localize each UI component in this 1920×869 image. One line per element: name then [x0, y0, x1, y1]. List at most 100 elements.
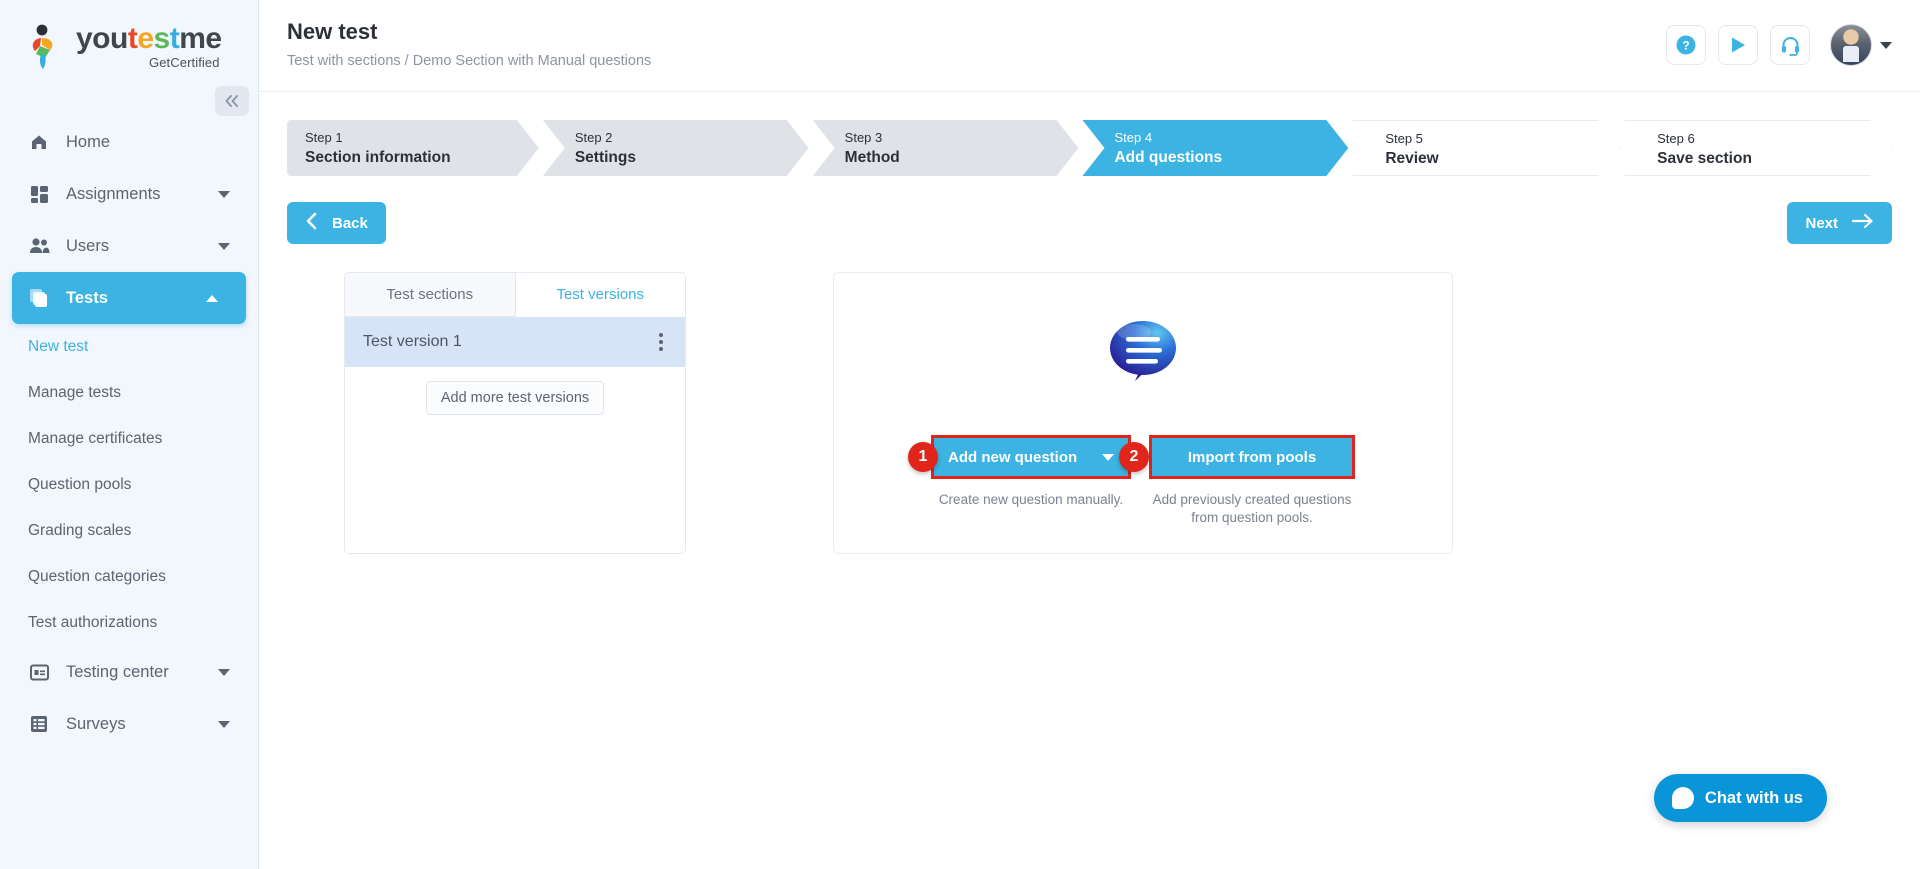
- step-number: Step 6: [1657, 131, 1695, 146]
- top-actions: ?: [1666, 18, 1892, 66]
- step-3[interactable]: Step 3 Method: [813, 120, 1079, 176]
- sidebar-subitem-label: Question pools: [28, 476, 132, 493]
- import-pools-group: 2 Import from pools Add previously creat…: [1119, 435, 1355, 527]
- step-label: Settings: [574, 148, 636, 166]
- sidebar-item-label: Home: [66, 132, 111, 151]
- tab-test-sections[interactable]: Test sections: [345, 273, 516, 317]
- step-number: Step 2: [574, 130, 613, 145]
- headset-icon[interactable]: [1770, 25, 1810, 65]
- chevron-down-icon: [218, 242, 230, 250]
- sidebar-item-surveys[interactable]: Surveys: [0, 698, 258, 750]
- sidebar-subitem-question-pools[interactable]: Question pools: [0, 462, 258, 508]
- step-label: Review: [1385, 149, 1439, 167]
- import-from-pools-button[interactable]: Import from pools: [1152, 438, 1352, 476]
- svg-text:?: ?: [1682, 39, 1689, 53]
- next-button-label: Next: [1805, 214, 1838, 232]
- more-options-icon[interactable]: [655, 329, 667, 355]
- user-menu[interactable]: [1830, 24, 1892, 66]
- chevron-left-icon: [305, 212, 318, 234]
- add-new-question-button[interactable]: Add new question: [934, 438, 1128, 476]
- step-label: Add questions: [1114, 148, 1223, 166]
- sidebar-subitem-new-test[interactable]: New test: [0, 324, 258, 370]
- page-title: New test: [287, 19, 378, 44]
- surveys-icon: [28, 713, 50, 735]
- app-root: youtestme GetCertified Home Assignments …: [0, 0, 1920, 869]
- wizard-nav-row: Back Next: [287, 202, 1892, 244]
- sidebar-subitem-manage-certificates[interactable]: Manage certificates: [0, 416, 258, 462]
- arrow-right-icon: [1851, 213, 1874, 233]
- logo-mark-icon: [28, 24, 66, 70]
- main-content: New test Test with sections / Demo Secti…: [259, 0, 1920, 869]
- page-heading-group: New test Test with sections / Demo Secti…: [287, 18, 651, 69]
- sidebar-item-tests[interactable]: Tests: [12, 272, 246, 324]
- sidebar-subitem-label: Grading scales: [28, 522, 132, 539]
- tests-icon: [28, 287, 50, 309]
- tab-test-versions[interactable]: Test versions: [515, 273, 685, 317]
- help-icon[interactable]: ?: [1666, 25, 1706, 65]
- grid-icon: [28, 183, 50, 205]
- annotation-badge-2: 2: [1119, 442, 1149, 472]
- play-icon[interactable]: [1718, 25, 1758, 65]
- sidebar-subitem-label: New test: [28, 338, 89, 355]
- import-pools-description: Add previously created questions from qu…: [1152, 492, 1352, 526]
- tab-label: Test versions: [556, 286, 645, 303]
- sidebar-item-assignments[interactable]: Assignments: [0, 168, 258, 220]
- step-4[interactable]: Step 4 Add questions: [1082, 120, 1348, 176]
- annotation-badge-1: 1: [908, 442, 938, 472]
- sidebar-item-testing-center[interactable]: Testing center: [0, 646, 258, 698]
- top-bar: New test Test with sections / Demo Secti…: [259, 0, 1920, 92]
- back-button-label: Back: [332, 214, 368, 232]
- step-6[interactable]: Step 6 Save section: [1624, 120, 1892, 176]
- list-item[interactable]: Test version 1: [345, 317, 685, 367]
- home-icon: [28, 131, 50, 153]
- tab-label: Test sections: [386, 286, 474, 303]
- content-area: Step 1 Section information Step 2 Settin…: [259, 92, 1920, 555]
- chat-with-us-button[interactable]: Chat with us: [1653, 774, 1827, 822]
- version-label: Test version 1: [363, 333, 462, 350]
- step-label: Save section: [1657, 149, 1752, 167]
- brand-wordmark: youtestme: [76, 22, 222, 55]
- step-wizard: Step 1 Section information Step 2 Settin…: [287, 120, 1892, 176]
- sidebar-item-label: Surveys: [66, 714, 126, 733]
- step-number: Step 4: [1114, 130, 1153, 145]
- test-versions-card: Test sections Test versions Test version…: [344, 272, 686, 555]
- import-pools-highlight: Import from pools: [1149, 435, 1355, 479]
- brand-tagline: GetCertified: [149, 55, 220, 70]
- cta-row: 1 Add new question Create new question m…: [864, 435, 1422, 527]
- sidebar-nav: Home Assignments Users Tests New test Ma…: [0, 116, 258, 750]
- sidebar-item-label: Tests: [66, 288, 108, 307]
- step-label: Section information: [305, 148, 451, 166]
- chevron-up-icon: [206, 294, 218, 302]
- step-label: Method: [844, 148, 900, 166]
- step-number: Step 3: [844, 130, 883, 145]
- chat-bubble-icon: [1671, 787, 1694, 809]
- chevron-down-icon: [1102, 453, 1114, 461]
- add-questions-card: 1 Add new question Create new question m…: [833, 272, 1453, 555]
- sidebar-item-label: Users: [66, 236, 110, 255]
- back-button[interactable]: Back: [287, 202, 386, 244]
- sidebar-subitem-question-categories[interactable]: Question categories: [0, 554, 258, 600]
- next-button[interactable]: Next: [1787, 202, 1892, 244]
- sidebar-item-home[interactable]: Home: [0, 116, 258, 168]
- versions-tabs: Test sections Test versions: [345, 273, 685, 317]
- step-1[interactable]: Step 1 Section information: [287, 120, 539, 176]
- sidebar-subitem-label: Test authorizations: [28, 614, 158, 631]
- testing-center-icon: [28, 661, 50, 683]
- panels-row: Test sections Test versions Test version…: [287, 272, 1892, 555]
- users-icon: [28, 235, 50, 257]
- step-number: Step 1: [305, 130, 343, 145]
- chevron-down-icon: [1880, 41, 1892, 49]
- sidebar-item-label: Assignments: [66, 184, 161, 203]
- add-more-test-versions-button[interactable]: Add more test versions: [425, 381, 605, 415]
- avatar: [1830, 24, 1872, 66]
- sidebar-subitem-test-authorizations[interactable]: Test authorizations: [0, 600, 258, 646]
- sidebar-subitem-manage-tests[interactable]: Manage tests: [0, 370, 258, 416]
- step-2[interactable]: Step 2 Settings: [543, 120, 809, 176]
- sidebar-item-users[interactable]: Users: [0, 220, 258, 272]
- sidebar-item-label: Testing center: [66, 662, 169, 681]
- sidebar-collapse-button[interactable]: [215, 86, 249, 116]
- brand-logo[interactable]: youtestme GetCertified: [0, 0, 258, 78]
- step-5[interactable]: Step 5 Review: [1352, 120, 1620, 176]
- sidebar-subitem-grading-scales[interactable]: Grading scales: [0, 508, 258, 554]
- sidebar-subitem-label: Question categories: [28, 568, 166, 585]
